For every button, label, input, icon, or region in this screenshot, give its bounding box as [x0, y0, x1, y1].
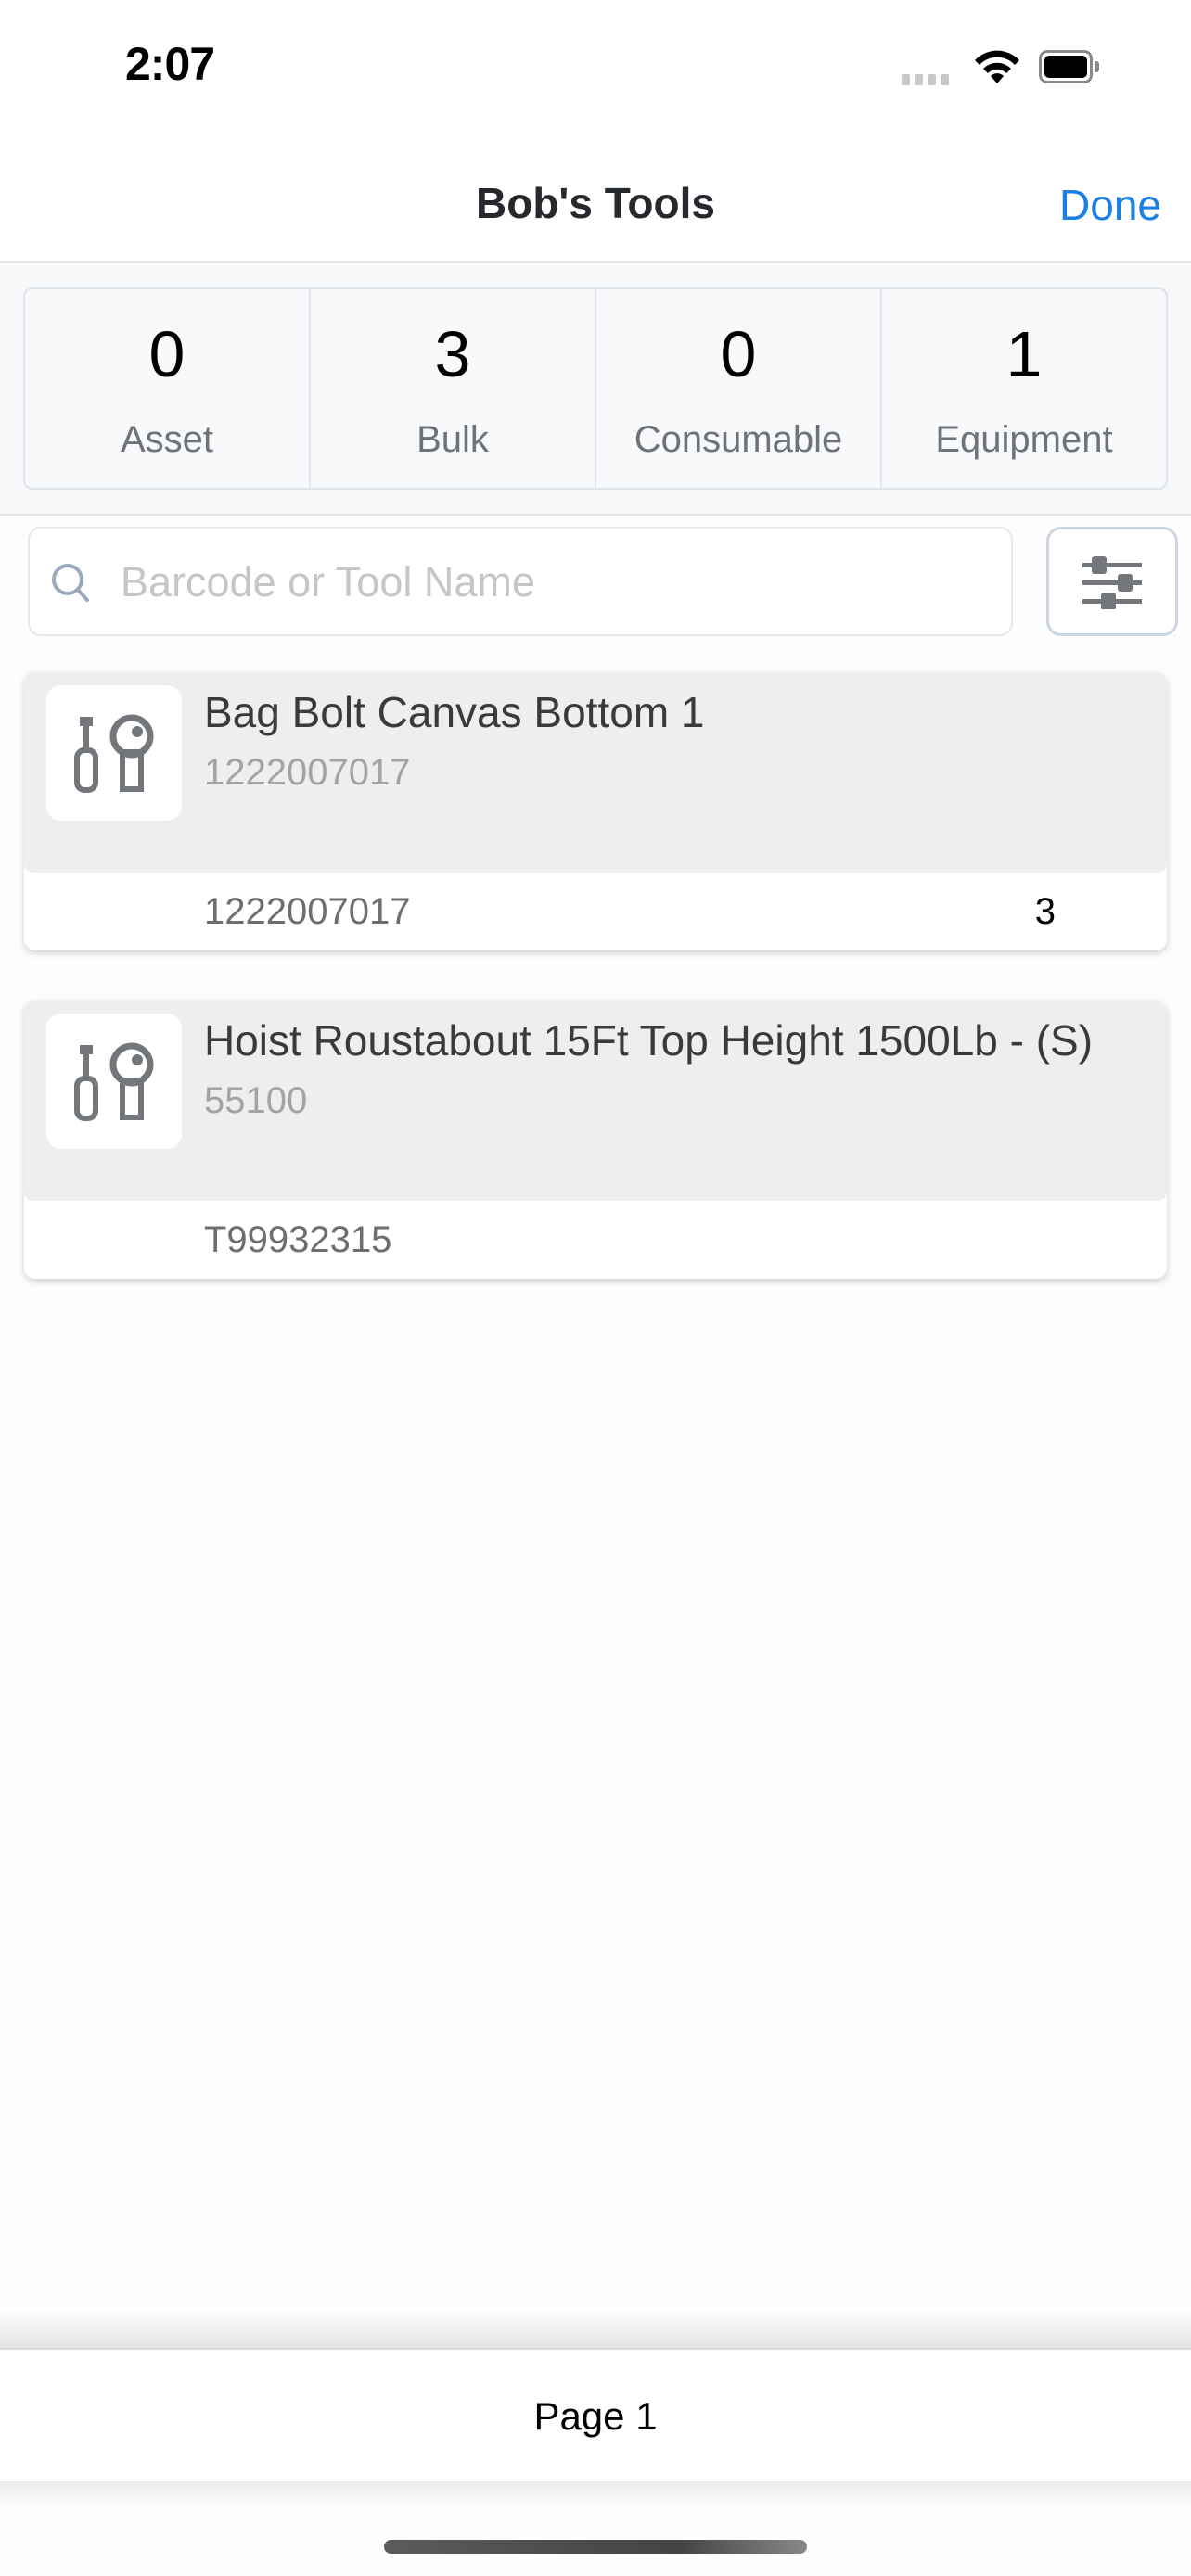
- summary-label: Asset: [120, 419, 214, 460]
- tool-card-footer: 1222007017 3: [24, 873, 1167, 950]
- tool-thumbnail: [46, 1014, 182, 1149]
- page-title: Bob's Tools: [476, 179, 715, 227]
- battery-nub: [1095, 61, 1099, 72]
- summary-label: Bulk: [416, 419, 489, 460]
- footer-shadow: [0, 2309, 1191, 2348]
- filter-button[interactable]: [1046, 527, 1178, 636]
- tool-card-header: Bag Bolt Canvas Bottom 1 1222007017: [24, 672, 1167, 873]
- summary-cell-asset[interactable]: 0 Asset: [25, 289, 311, 488]
- tools-icon: [74, 1042, 154, 1121]
- pagination-footer: Page 1: [0, 2348, 1191, 2481]
- tool-number: 1222007017: [204, 752, 411, 793]
- sliders-icon: [1082, 556, 1142, 609]
- tool-list-item[interactable]: Hoist Roustabout 15Ft Top Height 1500Lb …: [24, 1001, 1167, 1279]
- wifi-icon: [975, 50, 1019, 83]
- tool-list-item[interactable]: Bag Bolt Canvas Bottom 1 1222007017 1222…: [24, 672, 1167, 950]
- tool-number: 55100: [204, 1080, 308, 1121]
- tool-barcode: 1222007017: [204, 891, 411, 932]
- summary-count: 1: [1005, 318, 1043, 390]
- search-icon: [52, 564, 89, 602]
- status-bar: 2:07: [0, 0, 1191, 139]
- tool-card-header: Hoist Roustabout 15Ft Top Height 1500Lb …: [24, 1001, 1167, 1201]
- tool-quantity: 3: [1034, 891, 1056, 932]
- status-time: 2:07: [125, 38, 215, 90]
- page-label[interactable]: Page 1: [0, 2394, 1191, 2439]
- tools-icon: [74, 714, 154, 793]
- summary-cell-consumable[interactable]: 0 Consumable: [596, 289, 882, 488]
- done-button[interactable]: Done: [1059, 180, 1161, 230]
- summary-area: 0 Asset 3 Bulk 0 Consumable 1 Equipment: [0, 265, 1191, 516]
- battery-icon: [1039, 50, 1093, 83]
- tool-name: Bag Bolt Canvas Bottom 1: [204, 688, 705, 736]
- summary-count: 0: [720, 318, 757, 390]
- search-input[interactable]: [121, 547, 992, 618]
- summary-count: 0: [148, 318, 186, 390]
- tool-thumbnail: [46, 685, 182, 821]
- tool-barcode: T99932315: [204, 1219, 392, 1260]
- summary-cell-bulk[interactable]: 3 Bulk: [311, 289, 596, 488]
- tool-card-footer: T99932315: [24, 1201, 1167, 1279]
- home-indicator[interactable]: [384, 2540, 807, 2554]
- summary-label: Consumable: [634, 419, 843, 460]
- tool-type-summary: 0 Asset 3 Bulk 0 Consumable 1 Equipment: [23, 287, 1168, 490]
- screen: 2:07 Bob's Tools Done 0 Asset 3 Bulk 0 C…: [0, 0, 1191, 2576]
- summary-label: Equipment: [935, 419, 1113, 460]
- search-box[interactable]: [28, 527, 1013, 636]
- footer-shadow-bottom: [0, 2481, 1191, 2509]
- nav-bar: Bob's Tools Done: [0, 139, 1191, 263]
- summary-cell-equipment[interactable]: 1 Equipment: [882, 289, 1166, 488]
- cellular-signal-icon: [902, 74, 949, 85]
- summary-count: 3: [434, 318, 471, 390]
- tool-name: Hoist Roustabout 15Ft Top Height 1500Lb …: [204, 1016, 1094, 1065]
